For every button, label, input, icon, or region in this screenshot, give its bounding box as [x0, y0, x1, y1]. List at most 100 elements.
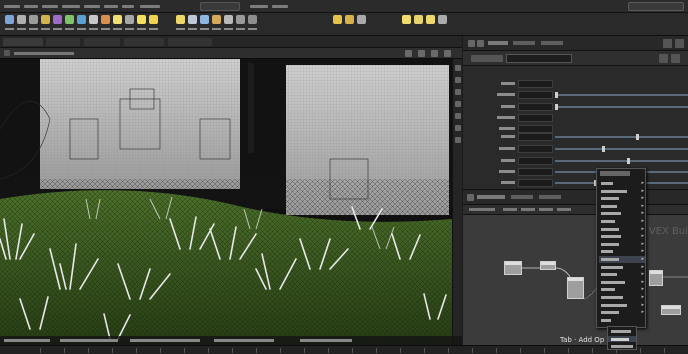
display-normals-icon[interactable]	[455, 77, 461, 83]
tab-menu-item[interactable]: ▸	[599, 256, 645, 263]
shelf-tool-platonic[interactable]	[100, 15, 111, 34]
tab-menu-item[interactable]: ▸	[599, 195, 645, 202]
parameter-value-field[interactable]	[518, 91, 553, 99]
slider-handle[interactable]	[636, 134, 639, 140]
parameter-value-field[interactable]	[518, 179, 553, 187]
tab-menu-item[interactable]: ▸	[599, 302, 645, 309]
tab-menu-item[interactable]: ▸	[599, 241, 645, 248]
slider-handle[interactable]	[555, 92, 558, 98]
display-points-icon[interactable]	[455, 65, 461, 71]
desktop-selector[interactable]	[140, 3, 160, 10]
tab-menu-item[interactable]: ▸	[599, 218, 645, 225]
tab-menu-item[interactable]: ▸	[599, 309, 645, 316]
tab-composite-view[interactable]	[124, 38, 164, 46]
shelf-tool-karma[interactable]	[437, 15, 448, 34]
menu-item-file[interactable]	[4, 3, 20, 10]
menu-go[interactable]	[539, 208, 553, 211]
shelf-tool-sky-light[interactable]	[199, 15, 210, 34]
tab-tree-view[interactable]	[541, 41, 563, 45]
tab-menu-item[interactable]: ▸	[599, 271, 645, 278]
tab-asset-browser[interactable]	[539, 195, 561, 199]
parameter-slider[interactable]	[555, 134, 688, 140]
shelf-tool-grid[interactable]	[28, 15, 39, 34]
submenu-item-selected[interactable]	[608, 336, 636, 342]
network-node[interactable]	[649, 270, 663, 286]
parameter-slider[interactable]	[555, 158, 688, 164]
network-node[interactable]	[661, 305, 681, 315]
tab-menu-item[interactable]	[599, 317, 645, 324]
display-options-icon[interactable]	[444, 50, 451, 57]
menu-item-windows[interactable]	[84, 3, 100, 10]
menu-add[interactable]	[503, 208, 517, 211]
parameter-value-field[interactable]	[518, 80, 553, 88]
display-wireframe-icon[interactable]	[455, 89, 461, 95]
menu-item-assets[interactable]	[62, 3, 80, 10]
display-ghost-icon[interactable]	[455, 137, 461, 143]
parameter-value-field[interactable]	[518, 114, 553, 122]
parameter-value-field[interactable]	[518, 168, 553, 176]
shelf-tool-circle[interactable]	[76, 15, 87, 34]
tab-menu-item[interactable]: ▸	[599, 203, 645, 210]
shelf-tool-box[interactable]	[16, 15, 27, 34]
shelf-tool-light[interactable]	[112, 15, 123, 34]
menu-item-edit[interactable]	[24, 3, 38, 10]
menu-item-help[interactable]	[104, 3, 118, 10]
tab-parameters[interactable]	[488, 41, 508, 45]
view-options-icon[interactable]	[405, 50, 412, 57]
network-node[interactable]	[504, 261, 522, 275]
parameter-value-field[interactable]	[518, 125, 553, 133]
shelf-tool-portal-light[interactable]	[211, 15, 222, 34]
camera-menu-icon[interactable]	[431, 50, 438, 57]
tab-menu-item[interactable]: ▸	[599, 180, 645, 187]
parameter-value-field[interactable]	[518, 133, 553, 141]
tab-menu-item[interactable]: ▸	[599, 286, 645, 293]
slider-handle[interactable]	[627, 158, 630, 164]
shelf-tool-mantra[interactable]	[425, 15, 436, 34]
menu-view[interactable]	[557, 208, 571, 211]
parameter-value-field[interactable]	[518, 145, 553, 153]
shelf-tool-light-linker[interactable]	[401, 15, 412, 34]
back-arrow-icon[interactable]	[4, 50, 10, 56]
shelf-tool-ambient-light[interactable]	[223, 15, 234, 34]
tab-menu-item[interactable]: ▸	[599, 264, 645, 271]
viewport-path[interactable]	[14, 52, 74, 55]
shelf-tool-area-light[interactable]	[175, 15, 186, 34]
display-lighting-icon[interactable]	[455, 125, 461, 131]
shelf-tool-sphere[interactable]	[4, 15, 15, 34]
parameter-value-field[interactable]	[518, 103, 553, 111]
shelf-tool-shader[interactable]	[413, 15, 424, 34]
shelf-tool-stereo-camera[interactable]	[235, 15, 246, 34]
help-icon[interactable]	[671, 54, 680, 63]
tab-menu-item[interactable]: ▸	[599, 248, 645, 255]
display-shaded-icon[interactable]	[455, 101, 461, 107]
network-node[interactable]	[540, 261, 556, 270]
tab-geometry-spreadsheet[interactable]	[513, 41, 535, 45]
submenu-item[interactable]	[611, 330, 631, 333]
network-canvas[interactable]: VEX Bui Tab · Add Op	[463, 215, 688, 345]
top-right-field[interactable]	[628, 2, 684, 11]
menu-edit[interactable]	[521, 208, 535, 211]
parameter-slider[interactable]	[555, 104, 688, 110]
tab-network-view[interactable]	[477, 195, 505, 199]
tab-animation-editor[interactable]	[46, 38, 80, 46]
network-node[interactable]	[567, 277, 584, 299]
lock-camera-icon[interactable]	[418, 50, 425, 57]
menu-item-extra[interactable]	[122, 3, 134, 10]
menu-item-render[interactable]	[42, 3, 58, 10]
submenu-item[interactable]	[611, 345, 633, 348]
tab-menu-item[interactable]: ▸	[599, 188, 645, 195]
shelf-tool-point-light[interactable]	[136, 15, 147, 34]
3d-viewport[interactable]	[0, 59, 452, 345]
node-name-field[interactable]	[506, 54, 572, 63]
tab-motion-fx[interactable]	[168, 38, 212, 46]
tab-menu-item[interactable]: ▸	[599, 233, 645, 240]
search-input[interactable]	[200, 2, 240, 11]
forward-arrow-icon[interactable]	[477, 40, 484, 47]
shelf-tool-camera[interactable]	[124, 15, 135, 34]
shelf-tool-ipr[interactable]	[344, 15, 355, 34]
menu-item-build[interactable]	[250, 3, 268, 10]
shelf-tool-render[interactable]	[332, 15, 343, 34]
gear-icon[interactable]	[659, 54, 668, 63]
shelf-tool-vr-camera[interactable]	[247, 15, 258, 34]
back-arrow-icon[interactable]	[468, 40, 475, 47]
